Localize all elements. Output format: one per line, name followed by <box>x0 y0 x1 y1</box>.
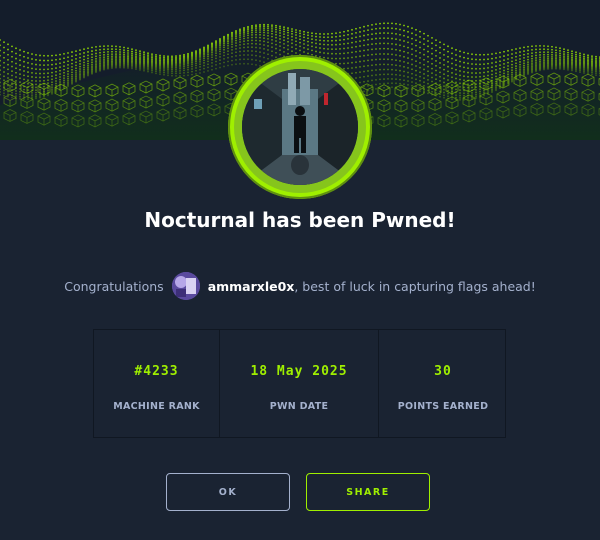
congrats-prefix: Congratulations <box>64 278 164 294</box>
congrats-suffix: , best of luck in capturing flags ahead! <box>294 278 536 294</box>
stat-pwn-date: 18 May 2025 PWN DATE <box>220 330 379 437</box>
machine-avatar <box>242 69 358 185</box>
stat-label: PWN DATE <box>269 401 329 412</box>
stat-value: 30 <box>434 364 452 379</box>
ok-button[interactable]: OK <box>166 473 290 511</box>
stat-machine-rank: #4233 MACHINE RANK <box>94 330 220 437</box>
page-title: Nocturnal has been Pwned! <box>144 208 456 232</box>
stats-panel: #4233 MACHINE RANK 18 May 2025 PWN DATE … <box>93 329 506 438</box>
stat-points-earned: 30 POINTS EARNED <box>379 330 507 437</box>
congratulations-message: Congratulations ammarxle0x , best of luc… <box>0 272 600 300</box>
machine-avatar-frame <box>228 55 372 199</box>
stat-value: 18 May 2025 <box>250 364 348 379</box>
stat-label: POINTS EARNED <box>397 401 489 412</box>
user-avatar <box>171 272 200 300</box>
stat-value: #4233 <box>134 364 179 379</box>
share-button[interactable]: SHARE <box>306 473 430 511</box>
stat-label: MACHINE RANK <box>113 401 200 412</box>
username: ammarxle0x <box>207 278 295 294</box>
